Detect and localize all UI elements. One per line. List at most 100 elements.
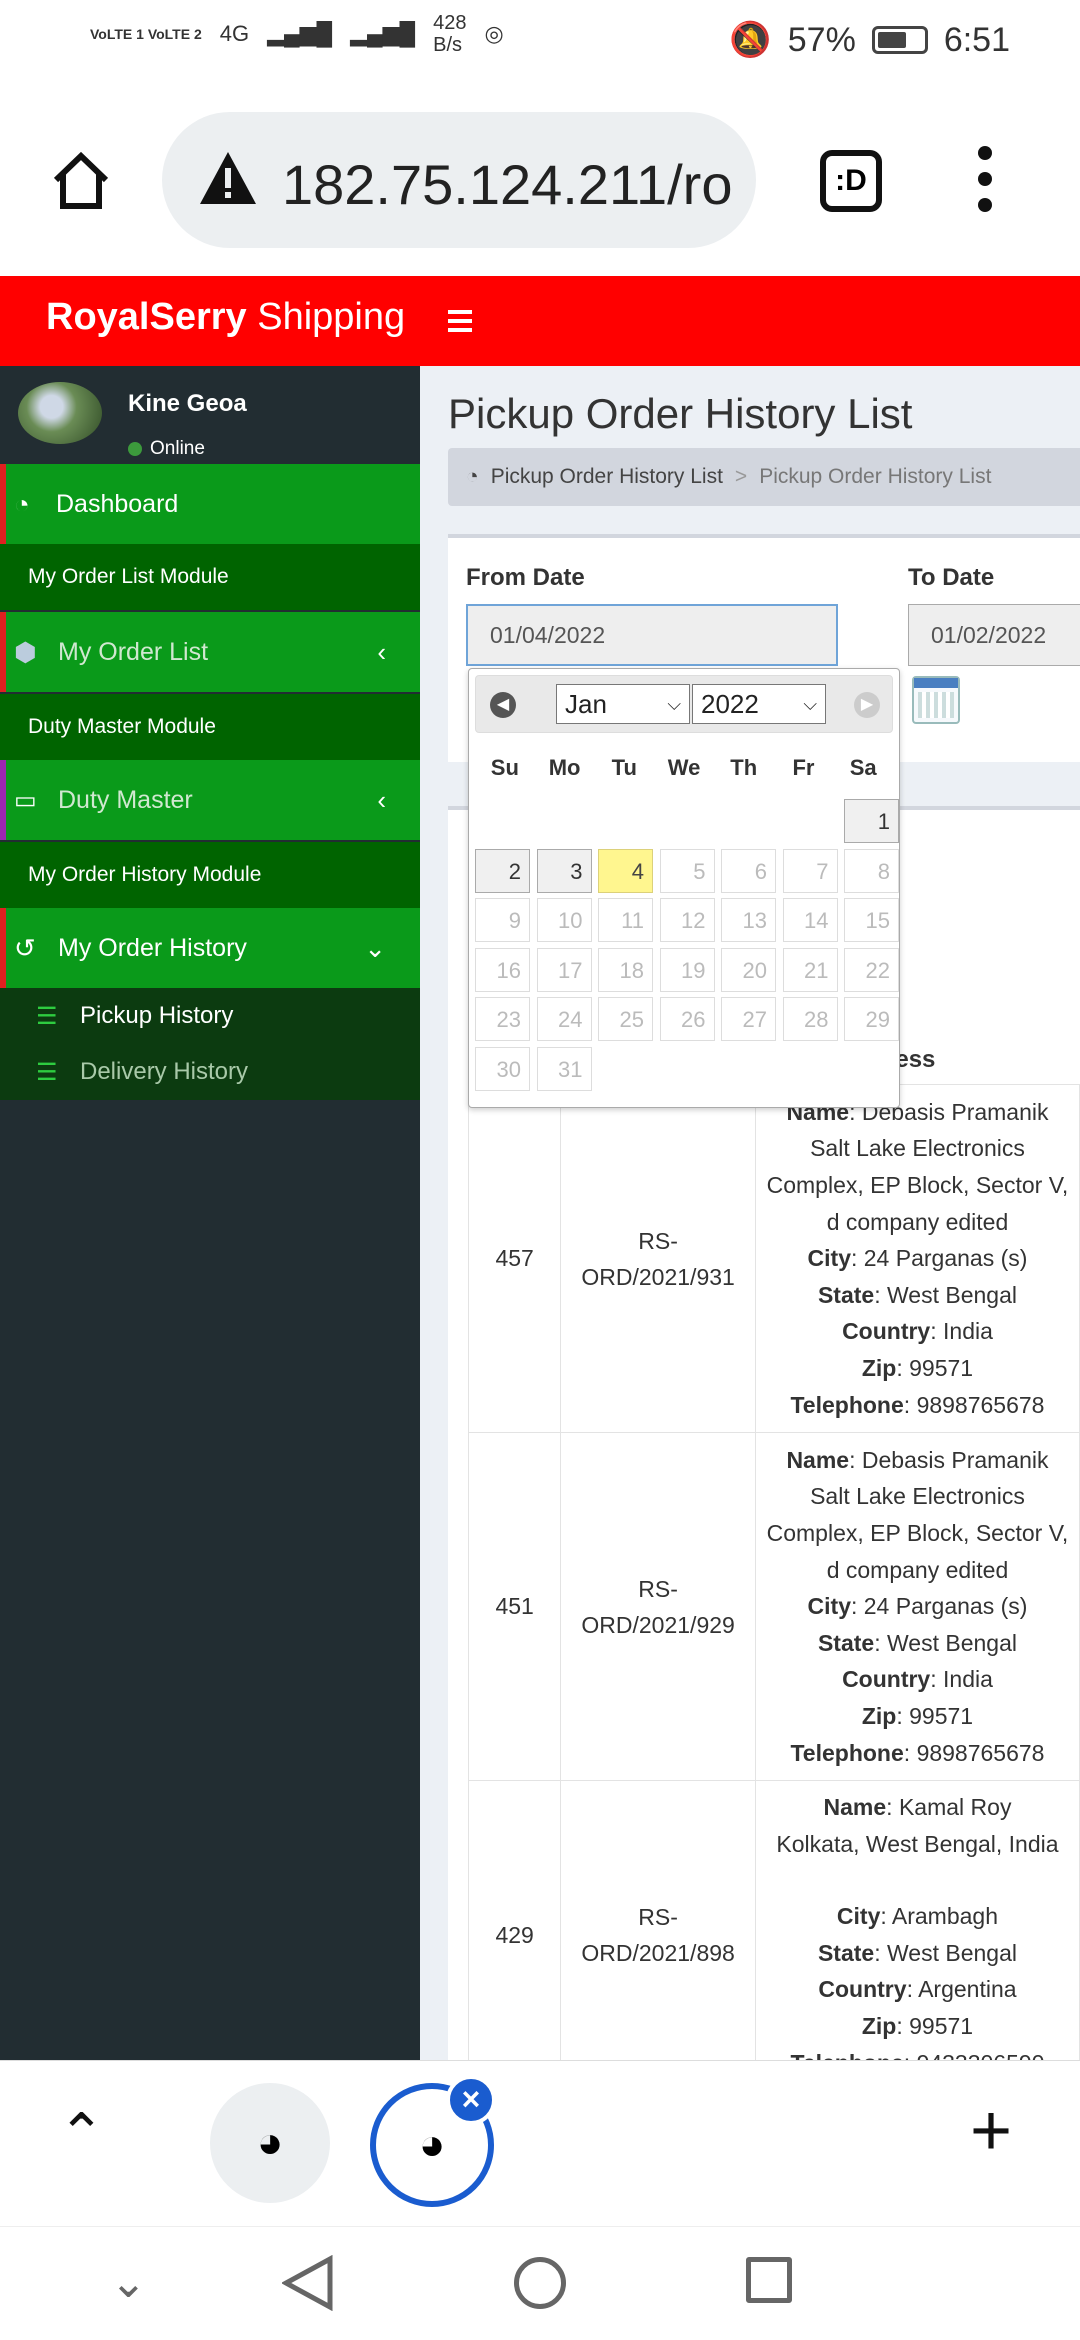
- app-header: RoyalSerry Shipping: [0, 276, 1080, 366]
- signal-icon-2: ▂▄▆█: [350, 21, 416, 46]
- status-bar: VoLTE 1 VoLTE 2 4G ▂▄▆█ ▂▄▆█ 428 B/s ◎ 🔕…: [0, 0, 1080, 90]
- chevron-up-icon[interactable]: ⌃: [58, 2101, 105, 2167]
- sidebar-item-delivery-history[interactable]: ☰ Delivery History: [0, 1044, 420, 1100]
- chevron-left-icon: ‹: [377, 636, 386, 667]
- clock: 6:51: [943, 20, 1010, 59]
- url-bar[interactable]: 182.75.124.211/ro: [162, 112, 756, 248]
- sidebar: Kine Geoa Online ◔ Dashboard My Order Li…: [0, 366, 420, 2060]
- calendar-day: 30: [475, 1046, 530, 1091]
- year-select[interactable]: 2022 ⌵: [692, 684, 826, 724]
- tab-thumbnail[interactable]: ◕: [210, 2083, 330, 2203]
- order-id-cell: 451: [467, 1432, 562, 1781]
- browser-toolbar: 182.75.124.211/ro :D: [0, 90, 1080, 276]
- weekday-label: Fr: [792, 755, 815, 780]
- calendar-icon: ▭: [14, 786, 37, 814]
- hamburger-icon[interactable]: [448, 310, 472, 332]
- calendar-day[interactable]: 2: [475, 848, 530, 893]
- globe-icon: ◕: [256, 2118, 284, 2167]
- breadcrumb-separator: >: [734, 465, 748, 488]
- weekday-label: Mo: [548, 755, 581, 780]
- url-text: 182.75.124.211/ro: [282, 153, 733, 216]
- calendar-day: 31: [536, 1046, 592, 1091]
- browser-tab-strip: ⌃ ◕ ◕ × +: [0, 2060, 1080, 2226]
- calendar-day[interactable]: 4: [598, 848, 653, 893]
- calendar-day: 21: [782, 947, 838, 992]
- new-tab-icon[interactable]: +: [970, 2091, 1012, 2171]
- datepicker-header: ◀ Jan ⌵ 2022 ⌵ ▶: [475, 675, 893, 733]
- order-number-cell: RS- ORD/2021/931: [560, 1084, 756, 1433]
- online-dot-icon: [128, 442, 142, 456]
- battery-percent: 57%: [787, 20, 856, 59]
- from-date-label: From Date: [466, 564, 585, 591]
- calendar-day: 24: [536, 997, 592, 1041]
- close-tab-icon[interactable]: ×: [446, 2075, 496, 2125]
- chevron-down-icon[interactable]: ⌄: [110, 2257, 147, 2308]
- sidebar-item-my-order-list[interactable]: ⬢ My Order List ‹: [0, 612, 420, 692]
- calendar-day: 27: [721, 997, 776, 1041]
- history-icon: ↺: [14, 932, 36, 963]
- home-icon[interactable]: [46, 146, 116, 216]
- sidebar-section-duty-module: Duty Master Module: [0, 694, 420, 760]
- signal-icon: ▂▄▆█: [267, 21, 333, 46]
- calendar-day: 18: [598, 947, 653, 992]
- table-row: 451 RS- ORD/2021/929 Name: Debasis Pramani…: [467, 1432, 1080, 1781]
- sidebar-section-history-module: My Order History Module: [0, 842, 420, 908]
- breadcrumb-current: Pickup Order History List: [759, 465, 992, 488]
- address-cell: Name: Debasis Pramanik Salt Lake Electron…: [754, 1084, 1080, 1433]
- calendar-day: 29: [844, 997, 899, 1041]
- calendar-day[interactable]: 3: [536, 848, 592, 893]
- brand-logo[interactable]: RoyalSerry Shipping: [46, 296, 405, 339]
- list-icon: ☰: [36, 1002, 58, 1030]
- prev-month-icon[interactable]: ◀: [490, 692, 516, 718]
- page-title: Pickup Order History List: [448, 390, 913, 437]
- calendar-day: 19: [659, 947, 715, 992]
- calendar-day: 14: [782, 898, 838, 942]
- avatar: [18, 382, 102, 444]
- recents-icon[interactable]: [746, 2257, 792, 2303]
- sidebar-item-pickup-history[interactable]: ☰ Pickup History: [0, 988, 420, 1044]
- dashboard-icon: ◔: [466, 465, 479, 488]
- calendar-day: 9: [475, 898, 530, 942]
- calendar-day: 10: [536, 898, 592, 942]
- user-panel: Kine Geoa Online: [0, 366, 420, 464]
- more-menu-icon[interactable]: [978, 146, 992, 212]
- sidebar-item-dashboard[interactable]: ◔ Dashboard: [0, 464, 420, 544]
- network-type: 4G: [219, 21, 250, 46]
- datepicker-popup: ◀ Jan ⌵ 2022 ⌵ ▶ Su Mo Tu We Th Fr Sa 1234567891…: [468, 668, 900, 1108]
- calendar-day: 8: [844, 848, 899, 893]
- month-select[interactable]: Jan ⌵: [556, 684, 690, 724]
- next-month-icon[interactable]: ▶: [854, 692, 880, 718]
- calendar-day: 25: [598, 997, 653, 1041]
- to-date-input[interactable]: 01/02/2022: [908, 604, 1080, 666]
- weekday-header: Su Mo Tu We Th Fr Sa: [475, 755, 893, 781]
- calendar-icon[interactable]: [912, 676, 960, 724]
- calendar-day: 28: [782, 997, 838, 1041]
- calendar-day: 12: [659, 898, 715, 942]
- calendar-day: 22: [844, 947, 899, 992]
- calendar-day: 20: [721, 947, 776, 992]
- table-row: 457 RS- ORD/2021/931 Name: Debasis Pramani…: [467, 1084, 1080, 1433]
- calendar-day: 11: [598, 898, 653, 942]
- calendar-day: 15: [844, 898, 899, 942]
- calendar-day: 13: [721, 898, 776, 942]
- system-nav-bar: ⌄: [0, 2226, 1080, 2340]
- list-icon: ☰: [36, 1058, 58, 1086]
- back-icon[interactable]: [280, 2254, 334, 2316]
- calendar-day: 6: [721, 848, 776, 893]
- order-id-cell: 457: [467, 1084, 562, 1433]
- dashboard-icon: ◔: [14, 488, 30, 519]
- order-id-cell: 429: [467, 1779, 562, 2091]
- hotspot-icon: ◎: [484, 21, 504, 46]
- battery-icon: [871, 26, 928, 54]
- chevron-down-icon: ⌄: [364, 932, 386, 963]
- orders-table: 457 RS- ORD/2021/931 Name: Debasis Pramani…: [467, 1084, 1080, 2091]
- sidebar-item-duty-master[interactable]: ▭ Duty Master ‹: [0, 760, 420, 840]
- home-button-icon[interactable]: [514, 2257, 566, 2309]
- tab-switcher-icon[interactable]: :D: [820, 150, 882, 212]
- from-date-input[interactable]: 01/04/2022: [466, 604, 838, 666]
- sidebar-item-my-order-history[interactable]: ↺ My Order History ⌄: [0, 908, 420, 988]
- breadcrumb-link[interactable]: Pickup Order History List: [491, 465, 723, 489]
- weekday-label: Tu: [611, 755, 637, 780]
- user-name: Kine Geoa: [128, 390, 247, 417]
- calendar-day[interactable]: 1: [844, 799, 899, 843]
